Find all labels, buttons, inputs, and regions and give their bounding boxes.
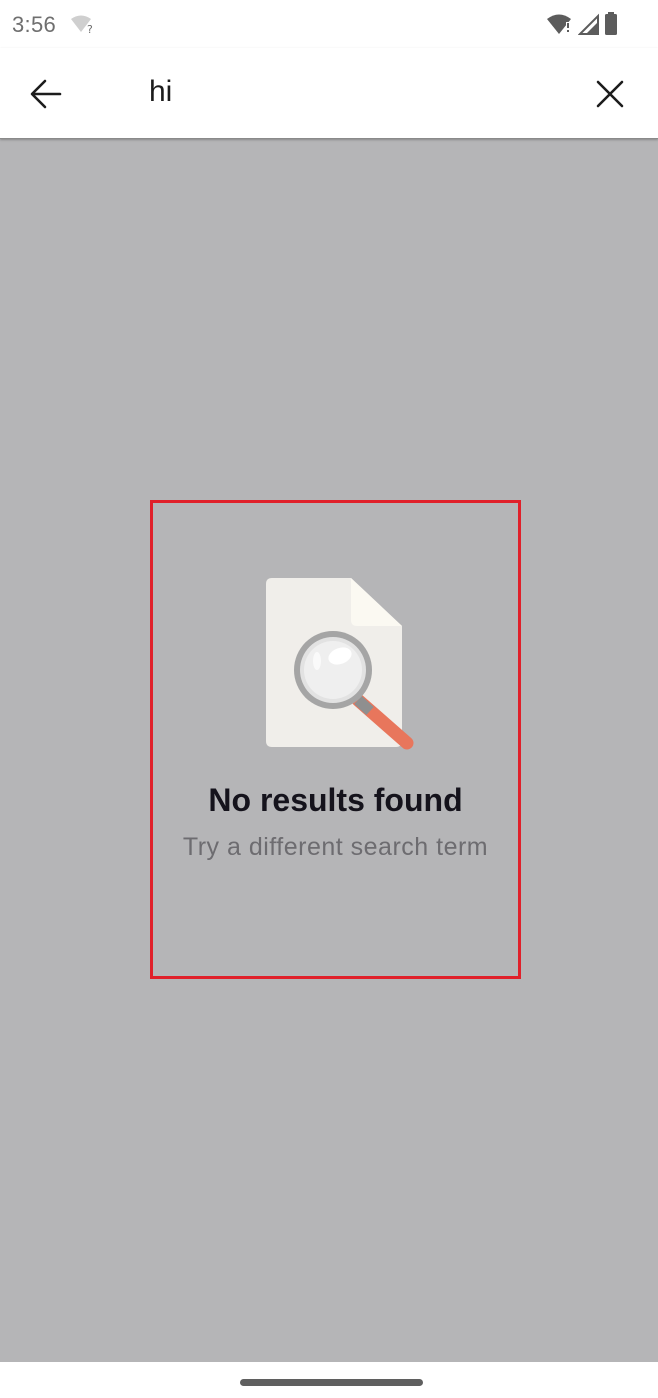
empty-state: No results found Try a different search … [150,500,521,979]
search-app-bar [0,48,658,139]
empty-state-title: No results found [208,782,463,818]
home-indicator[interactable] [240,1379,423,1386]
wifi-alert-icon [547,14,571,34]
cellular-signal-icon [578,13,599,35]
svg-text:?: ? [87,23,93,34]
back-button[interactable] [22,70,70,118]
wifi-unknown-icon: ? [71,15,93,34]
phone-screen: 3:56 ? hi No results found Try a differe… [0,0,658,1398]
battery-icon [605,12,617,35]
empty-state-subtitle: Try a different search term [182,833,489,861]
close-icon [596,80,624,108]
status-bar: 3:56 ? [0,0,658,48]
arrow-left-icon [30,79,62,109]
document-magnifier-illustration [266,578,414,750]
search-results-area: No results found Try a different search … [0,139,658,1362]
navigation-bar [0,1362,658,1398]
clear-search-button[interactable] [584,68,636,120]
status-icons [546,12,618,36]
status-time: 3:56 [12,12,57,37]
search-input[interactable] [149,68,549,116]
